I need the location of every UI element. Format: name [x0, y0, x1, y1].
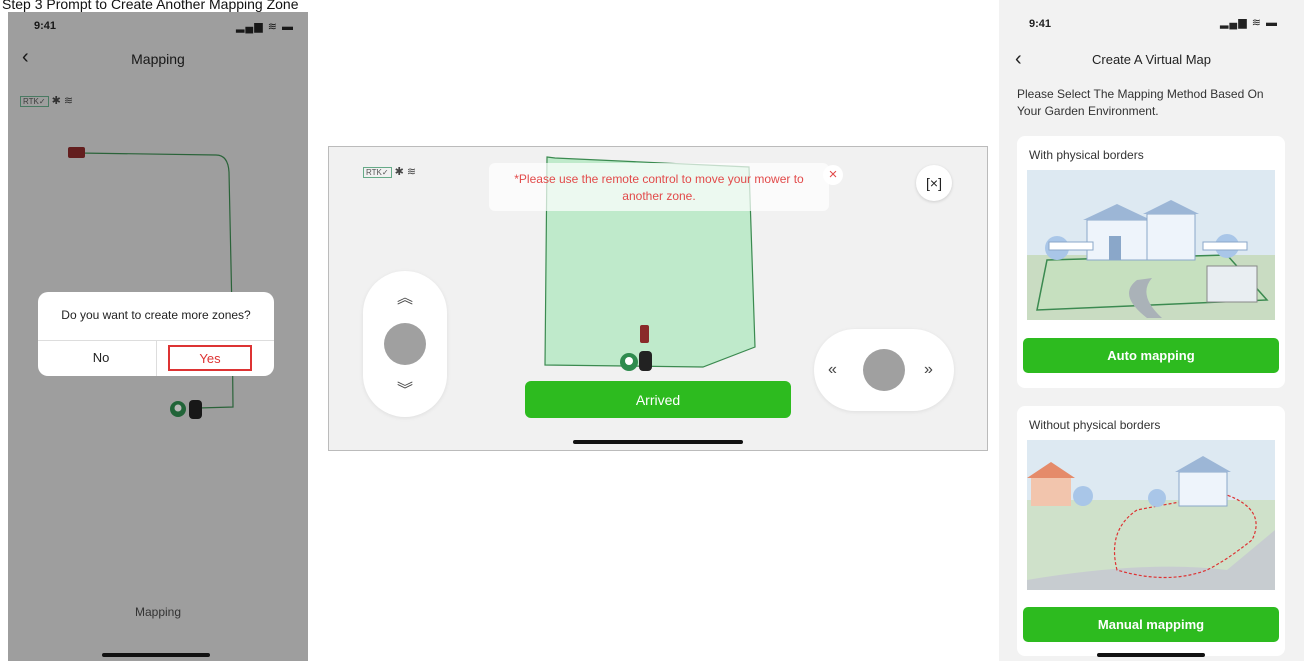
physical-borders-card[interactable]: With physical borders Auto mapping [1017, 136, 1285, 388]
exit-fullscreen-icon[interactable]: [×] [916, 165, 952, 201]
arrived-button[interactable]: Arrived [525, 381, 791, 418]
instruction-text: Please Select The Mapping Method Based O… [1017, 87, 1264, 118]
yes-button[interactable]: Yes [168, 345, 252, 371]
bottom-mapping-label: Mapping [134, 605, 182, 619]
toast-close-icon[interactable]: × [823, 165, 843, 185]
vertical-joystick-knob[interactable] [384, 323, 426, 365]
right-arrow-icon[interactable]: » [924, 362, 933, 378]
left-arrow-icon[interactable]: « [828, 362, 837, 378]
home-indicator[interactable] [1097, 653, 1205, 657]
dialog-question: Do you want to create more zones? [61, 308, 251, 322]
no-physical-borders-card[interactable]: Without physical borders Manual mappimg [1017, 406, 1285, 656]
status-time: 9:41 [1029, 18, 1052, 30]
forward-arrow-icon[interactable]: ︽ [397, 291, 413, 307]
toast-message: *Please use the remote control to move y… [514, 172, 804, 203]
no-button[interactable]: No [58, 345, 144, 371]
horizontal-joystick-knob[interactable] [863, 349, 905, 391]
screen-title: Create A Virtual Map [1092, 52, 1211, 67]
signal-wifi-battery-icon: ▂▄▆ ≋ ▬ [1219, 17, 1278, 29]
page-title: Step 3 Prompt to Create Another Mapping … [2, 0, 299, 12]
instruction-toast: *Please use the remote control to move y… [489, 163, 829, 211]
home-indicator[interactable] [102, 653, 210, 657]
nav-bar: ‹ Create A Virtual Map [999, 44, 1304, 74]
card-title: Without physical borders [1029, 418, 1161, 432]
horizontal-joystick[interactable]: « » [814, 329, 954, 411]
mower-start-icon [640, 325, 649, 343]
vertical-joystick[interactable]: ︽ ︾ [363, 271, 447, 417]
backward-arrow-icon[interactable]: ︾ [397, 383, 413, 399]
create-zones-dialog: Do you want to create more zones? No Yes [38, 292, 274, 376]
manual-mapping-button[interactable]: Manual mappimg [1023, 607, 1279, 642]
mapping-screen: 9:41 ▂▄▆ ≋ ▬ ‹ Mapping RTK✓ ✱ ≋ Do you w… [8, 12, 308, 661]
garden-without-borders-illustration [1027, 440, 1275, 590]
home-indicator[interactable] [573, 440, 743, 444]
dialog-button-divider [156, 340, 157, 376]
auto-mapping-button[interactable]: Auto mapping [1023, 338, 1279, 373]
card-title: With physical borders [1029, 148, 1144, 162]
location-pin-icon [620, 353, 638, 371]
remote-control-screen: RTK✓ ✱ ≋ *Please use the remote control … [328, 146, 988, 451]
create-virtual-map-screen: 9:41 ▂▄▆ ≋ ▬ ‹ Create A Virtual Map Plea… [999, 0, 1304, 661]
garden-with-borders-illustration [1027, 170, 1275, 320]
status-bar: 9:41 ▂▄▆ ≋ ▬ [999, 0, 1304, 30]
mower-icon [639, 351, 652, 371]
